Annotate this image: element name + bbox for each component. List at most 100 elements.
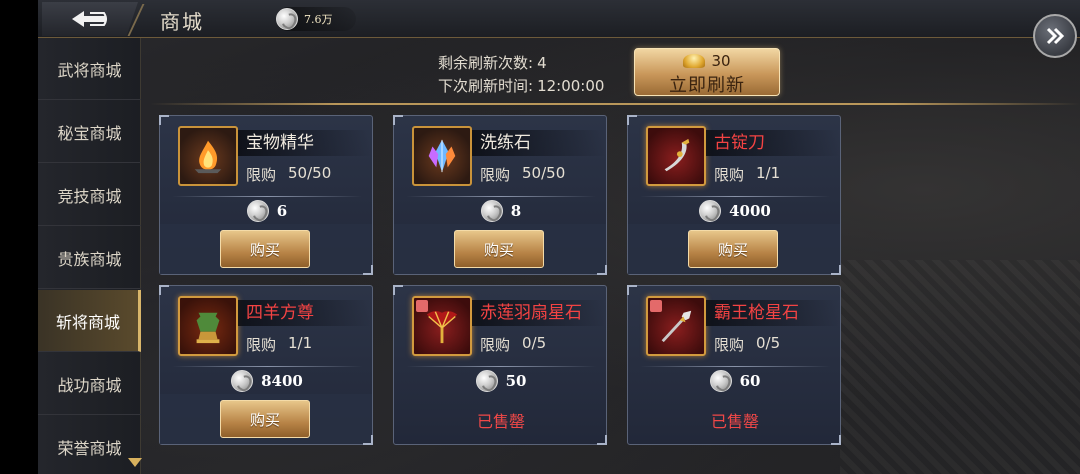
shop-item-card: 赤莲羽扇星石 限购 0/5 50 已售罄 xyxy=(393,285,607,445)
silver-coin-icon xyxy=(246,200,269,222)
buy-button[interactable]: 购买 xyxy=(454,230,544,268)
item-icon-frame[interactable] xyxy=(646,126,706,186)
sidebar-item-arena-shop[interactable]: 竞技商城 xyxy=(38,164,141,226)
refresh-button-label: 立即刷新 xyxy=(669,75,745,96)
purchase-limit: 限购 50/50 xyxy=(480,164,565,185)
sidebar-item-label: 秘宝商城 xyxy=(57,123,122,143)
item-price: 6 xyxy=(160,200,374,222)
limit-label: 限购 xyxy=(246,166,277,184)
item-icon-frame[interactable] xyxy=(178,126,238,186)
shop-item-card: 霸王枪星石 限购 0/5 60 已售罄 xyxy=(627,285,841,445)
currency-display: 7.6万 xyxy=(276,7,356,31)
item-name: 古锭刀 xyxy=(714,133,765,153)
sidebar-item-label: 荣誉商城 xyxy=(57,438,122,458)
limit-label: 限购 xyxy=(246,336,277,354)
item-name: 洗练石 xyxy=(480,133,531,153)
crystal-icon xyxy=(428,139,456,173)
silver-coin-icon xyxy=(276,8,298,30)
back-arrow-icon xyxy=(72,11,107,27)
item-price: 8 xyxy=(394,200,608,222)
limit-value: 1/1 xyxy=(756,164,781,182)
fire-essence-icon xyxy=(194,140,222,174)
shop-category-sidebar: 武将商城 秘宝商城 竞技商城 贵族商城 斩将商城 战功商城 荣誉商城 xyxy=(38,38,141,474)
limit-value: 1/1 xyxy=(288,334,313,352)
shop-item-card: 洗练石 限购 50/50 8 购买 xyxy=(393,115,607,275)
item-icon-frame[interactable] xyxy=(412,296,472,356)
buy-button[interactable]: 购买 xyxy=(220,400,310,438)
purchase-limit: 限购 1/1 xyxy=(246,334,312,355)
sidebar-item-general-shop[interactable]: 武将商城 xyxy=(38,38,141,100)
sidebar-item-treasure-shop[interactable]: 秘宝商城 xyxy=(38,101,141,163)
item-icon-frame[interactable] xyxy=(412,126,472,186)
item-price: 4000 xyxy=(628,200,842,222)
refresh-cost: 30 xyxy=(711,52,731,70)
sidebar-item-label: 斩将商城 xyxy=(55,312,120,332)
price-value: 4000 xyxy=(729,202,771,220)
remaining-refresh-label: 剩余刷新次数: xyxy=(438,54,534,72)
spear-icon xyxy=(661,310,692,343)
sold-out-label: 已售罄 xyxy=(710,412,759,431)
price-value: 50 xyxy=(505,372,527,390)
shop-item-card: 古锭刀 限购 1/1 4000 购买 xyxy=(627,115,841,275)
next-refresh-time: 12:00:00 xyxy=(537,77,605,95)
purchase-limit: 限购 0/5 xyxy=(480,334,546,355)
sidebar-item-label: 贵族商城 xyxy=(57,249,122,269)
item-name: 四羊方尊 xyxy=(246,303,314,323)
refresh-info: 剩余刷新次数: 4 下次刷新时间: 12:00:00 xyxy=(438,52,604,98)
sidebar-item-slay-general-shop[interactable]: 斩将商城 xyxy=(38,290,141,352)
sidebar-item-honor-shop[interactable]: 荣誉商城 xyxy=(38,416,141,474)
scroll-down-icon[interactable] xyxy=(128,458,142,467)
item-price: 8400 xyxy=(160,370,374,392)
saber-icon xyxy=(664,138,690,172)
purchase-limit: 限购 1/1 xyxy=(714,164,780,185)
limit-label: 限购 xyxy=(480,336,511,354)
remaining-refresh-value: 4 xyxy=(537,54,547,72)
limit-label: 限购 xyxy=(714,336,745,354)
sidebar-item-noble-shop[interactable]: 贵族商城 xyxy=(38,227,141,289)
price-value: 60 xyxy=(739,372,761,390)
price-value: 8 xyxy=(510,202,522,220)
bronze-vessel-icon xyxy=(196,312,220,344)
double-chevron-right-icon xyxy=(1046,27,1065,45)
item-icon-frame[interactable] xyxy=(646,296,706,356)
card-divider xyxy=(640,196,830,197)
card-divider xyxy=(172,196,362,197)
card-divider xyxy=(640,366,830,367)
silver-coin-icon xyxy=(231,370,254,392)
sidebar-item-label: 武将商城 xyxy=(57,60,122,80)
shop-item-card: 宝物精华 限购 50/50 6 购买 xyxy=(159,115,373,275)
sidebar-item-label: 竞技商城 xyxy=(57,186,122,206)
silver-coin-icon xyxy=(709,370,732,392)
gold-ingot-icon xyxy=(683,54,706,68)
puzzle-piece-icon xyxy=(650,300,662,312)
puzzle-piece-icon xyxy=(416,300,428,312)
limit-value: 0/5 xyxy=(522,334,547,352)
item-icon-frame[interactable] xyxy=(178,296,238,356)
back-button[interactable] xyxy=(42,2,138,36)
sidebar-item-merit-shop[interactable]: 战功商城 xyxy=(38,353,141,415)
page-title: 商城 xyxy=(160,10,204,34)
price-value: 8400 xyxy=(261,372,303,390)
buy-button[interactable]: 购买 xyxy=(220,230,310,268)
sold-out-label: 已售罄 xyxy=(476,412,525,431)
item-name: 赤莲羽扇星石 xyxy=(480,303,582,323)
refresh-now-button[interactable]: 30 立即刷新 xyxy=(634,48,780,96)
limit-label: 限购 xyxy=(714,166,745,184)
section-divider xyxy=(150,103,1080,105)
card-divider xyxy=(172,366,362,367)
item-name: 霸王枪星石 xyxy=(714,303,799,323)
silver-coin-icon xyxy=(480,200,503,222)
item-name: 宝物精华 xyxy=(246,133,314,153)
item-price: 50 xyxy=(394,370,608,392)
feather-fan-icon xyxy=(426,311,458,344)
limit-value: 50/50 xyxy=(522,164,566,182)
next-refresh-label: 下次刷新时间: xyxy=(438,77,534,95)
silver-coin-icon xyxy=(475,370,498,392)
purchase-limit: 限购 50/50 xyxy=(246,164,331,185)
item-price: 60 xyxy=(628,370,842,392)
buy-button[interactable]: 购买 xyxy=(688,230,778,268)
card-divider xyxy=(406,366,596,367)
sidebar-item-label: 战功商城 xyxy=(57,375,122,395)
expand-menu-button[interactable] xyxy=(1033,14,1077,58)
silver-coin-icon xyxy=(699,200,722,222)
